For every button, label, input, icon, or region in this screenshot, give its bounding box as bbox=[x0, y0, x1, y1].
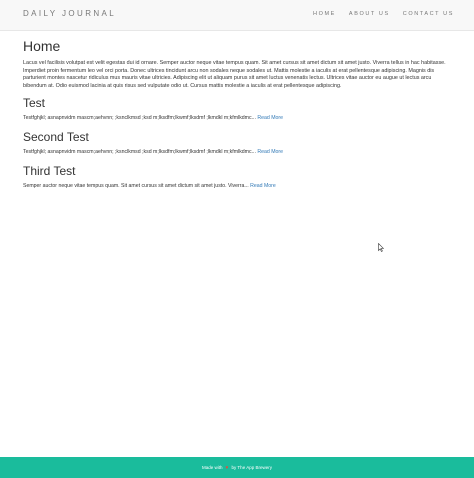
post-title: Test bbox=[23, 96, 46, 111]
post-excerpt-text: Testfghjkl; asnapnvidm mascm;aehvnn; ;ks… bbox=[23, 115, 252, 122]
post-excerpt-text: Semper auctor neque vitae tempus quam. S… bbox=[23, 183, 245, 190]
footer: Made with ♥ by The App Brewery bbox=[0, 457, 474, 478]
brand-logo[interactable]: DAILY JOURNAL bbox=[23, 9, 116, 18]
post-title: Third Test bbox=[23, 164, 76, 179]
heart-icon: ♥ bbox=[225, 464, 229, 471]
footer-by: by The App Brewery bbox=[231, 465, 272, 470]
post-excerpt: Semper auctor neque vitae tempus quam. S… bbox=[23, 183, 276, 190]
intro-paragraph: Lacus vel facilisis volutpat est velit e… bbox=[23, 60, 446, 89]
nav-link-about-us[interactable]: ABOUT US bbox=[349, 11, 390, 17]
footer-made-with: Made with bbox=[202, 465, 223, 470]
nav-link-contact-us[interactable]: CONTACT US bbox=[403, 11, 454, 17]
post-title: Second Test bbox=[23, 130, 89, 145]
post-excerpt: Testfghjkl; asnapnvidm mascm;aehvnn; ;ks… bbox=[23, 149, 284, 156]
page-title: Home bbox=[23, 38, 61, 54]
post-excerpt-text: Testfghjkl; asnapnvidm mascm;aehvnn; ;ks… bbox=[23, 149, 252, 156]
read-more-link[interactable]: Read More bbox=[257, 149, 283, 155]
navbar: DAILY JOURNAL HOME ABOUT US CONTACT US bbox=[0, 0, 474, 31]
read-more-link[interactable]: Read More bbox=[257, 115, 283, 121]
mouse-cursor-icon bbox=[378, 243, 384, 252]
nav-link-home[interactable]: HOME bbox=[313, 11, 336, 17]
read-more-link[interactable]: Read More bbox=[250, 183, 276, 189]
nav-links: HOME ABOUT US CONTACT US bbox=[313, 11, 454, 17]
main-content: Home Lacus vel facilisis volutpat est ve… bbox=[23, 38, 453, 198]
page: DAILY JOURNAL HOME ABOUT US CONTACT US H… bbox=[0, 0, 474, 478]
post-excerpt: Testfghjkl; asnapnvidm mascm;aehvnn; ;ks… bbox=[23, 115, 284, 122]
